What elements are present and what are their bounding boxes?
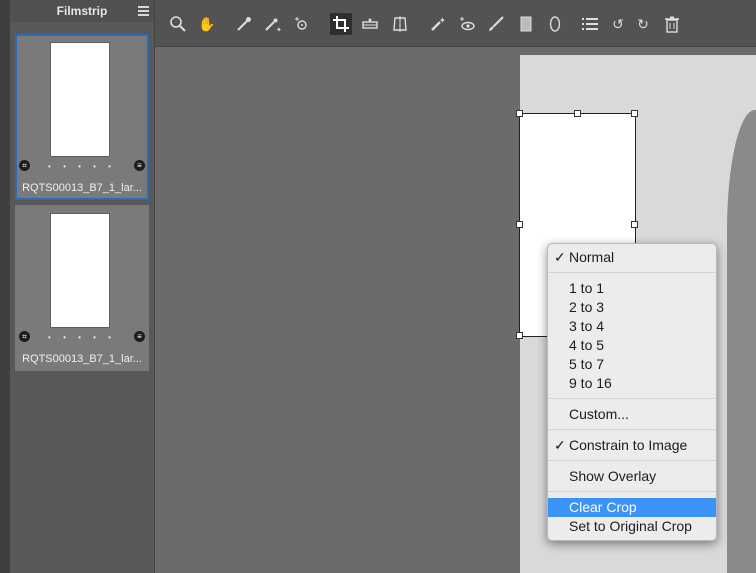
crop-handle[interactable] bbox=[516, 221, 523, 228]
thumbnail-image bbox=[50, 213, 110, 328]
checkmark-icon: ✓ bbox=[554, 437, 566, 453]
target-adjust-icon[interactable] bbox=[290, 13, 312, 35]
toolbar: ✋ ✦ ✦ ↺ ↻ bbox=[155, 0, 756, 47]
menu-item-5-to-7[interactable]: 5 to 7 bbox=[548, 355, 716, 374]
red-eye-icon[interactable] bbox=[456, 13, 478, 35]
adjustments-badge-icon: ≡ bbox=[134, 331, 145, 342]
menu-item-set-to-original-crop[interactable]: Set to Original Crop bbox=[548, 517, 716, 536]
rating-dots[interactable]: • • • • • bbox=[17, 162, 147, 171]
crop-handle[interactable] bbox=[574, 110, 581, 117]
menu-separator bbox=[548, 429, 716, 430]
zoom-icon[interactable] bbox=[167, 13, 189, 35]
left-edge-panel bbox=[0, 0, 10, 573]
crop-aspect-menu: ✓ Normal 1 to 1 2 to 3 3 to 4 4 to 5 5 to… bbox=[547, 243, 717, 541]
thumbnail-filename: RQTS00013_B7_1_lar... bbox=[22, 353, 142, 365]
menu-item-clear-crop[interactable]: Clear Crop bbox=[548, 498, 716, 517]
redo-icon[interactable]: ↻ bbox=[632, 13, 654, 35]
filmstrip-thumbnail[interactable]: ⌗ • • • • • ≡ RQTS00013_B7_1_lar... bbox=[15, 34, 149, 200]
thumbnail-image bbox=[50, 42, 110, 157]
menu-separator bbox=[548, 491, 716, 492]
straighten-icon[interactable] bbox=[359, 13, 381, 35]
heal-icon[interactable]: ✦ bbox=[427, 13, 449, 35]
filmstrip-header: Filmstrip bbox=[10, 0, 154, 22]
document-edge bbox=[727, 110, 756, 573]
auto-color-picker-icon[interactable]: ✦ bbox=[261, 13, 283, 35]
crop-handle[interactable] bbox=[516, 332, 523, 339]
menu-item-9-to-16[interactable]: 9 to 16 bbox=[548, 374, 716, 393]
radial-mask-icon[interactable] bbox=[544, 13, 566, 35]
hand-icon[interactable]: ✋ bbox=[196, 13, 218, 35]
rating-dots[interactable]: • • • • • bbox=[15, 333, 149, 342]
menu-item-1-to-1[interactable]: 1 to 1 bbox=[548, 279, 716, 298]
menu-item-custom[interactable]: Custom... bbox=[548, 405, 716, 424]
brush-icon[interactable] bbox=[485, 13, 507, 35]
filmstrip-thumbnail[interactable]: ⌗ • • • • • ≡ RQTS00013_B7_1_lar... bbox=[15, 205, 149, 371]
menu-item-3-to-4[interactable]: 3 to 4 bbox=[548, 317, 716, 336]
crop-handle[interactable] bbox=[631, 110, 638, 117]
crop-handle[interactable] bbox=[631, 221, 638, 228]
menu-separator bbox=[548, 398, 716, 399]
filmstrip-panel: Filmstrip ⌗ • • • • • ≡ RQTS00013_B7_1_l… bbox=[10, 0, 155, 573]
menu-item-normal[interactable]: ✓ Normal bbox=[548, 248, 716, 267]
menu-item-show-overlay[interactable]: Show Overlay bbox=[548, 467, 716, 486]
adjustments-badge-icon: ≡ bbox=[134, 160, 145, 171]
keystone-icon[interactable] bbox=[389, 13, 411, 35]
thumbnail-filename: RQTS00013_B7_1_lar... bbox=[22, 182, 142, 194]
crop-icon[interactable] bbox=[330, 13, 352, 35]
checkmark-icon: ✓ bbox=[554, 249, 566, 265]
menu-item-constrain-to-image[interactable]: ✓ Constrain to Image bbox=[548, 436, 716, 455]
menu-item-4-to-5[interactable]: 4 to 5 bbox=[548, 336, 716, 355]
menu-separator bbox=[548, 460, 716, 461]
svg-text:✦: ✦ bbox=[439, 16, 446, 25]
trash-icon[interactable] bbox=[661, 13, 683, 35]
menu-separator bbox=[548, 272, 716, 273]
filmstrip-title: Filmstrip bbox=[56, 4, 108, 18]
filmstrip-menu-icon[interactable] bbox=[138, 6, 149, 16]
menu-item-2-to-3[interactable]: 2 to 3 bbox=[548, 298, 716, 317]
undo-icon[interactable]: ↺ bbox=[607, 13, 629, 35]
crop-handle[interactable] bbox=[516, 110, 523, 117]
svg-text:✦: ✦ bbox=[276, 26, 281, 33]
gradient-mask-icon[interactable] bbox=[515, 13, 537, 35]
eyedropper-icon[interactable] bbox=[233, 13, 255, 35]
list-icon[interactable] bbox=[579, 13, 601, 35]
